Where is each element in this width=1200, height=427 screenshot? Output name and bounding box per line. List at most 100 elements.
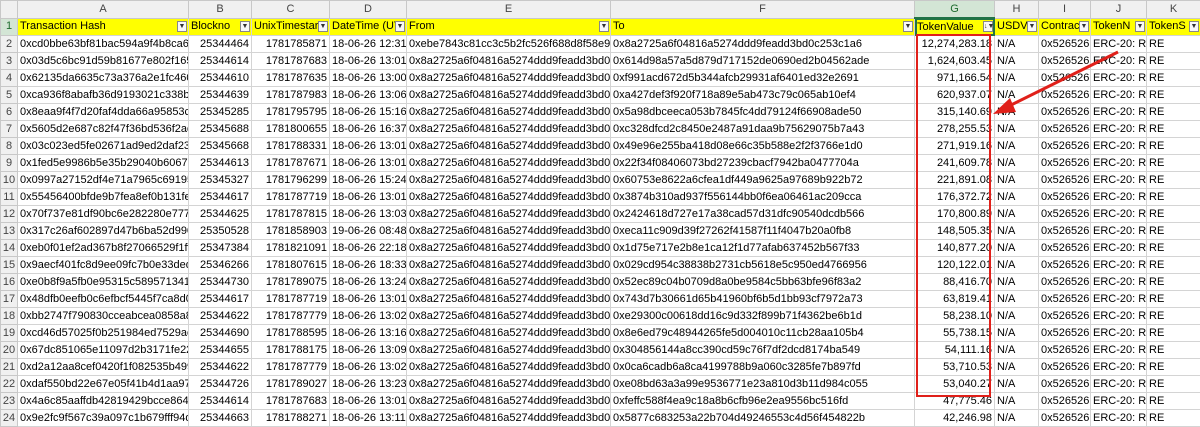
filter-dropdown-icon[interactable]: ▼	[177, 21, 187, 32]
cell-token-symbol[interactable]: RE	[1147, 325, 1200, 342]
select-all-corner[interactable]	[1, 1, 18, 19]
cell-token-value[interactable]: 42,246.98	[915, 410, 995, 427]
cell-blockno[interactable]: 25344614	[189, 53, 252, 70]
row-number[interactable]: 8	[1, 138, 18, 155]
cell-token-symbol[interactable]: RE	[1147, 410, 1200, 427]
cell-token-name[interactable]: ERC-20: Re	[1091, 121, 1147, 138]
cell-usd-value[interactable]: N/A	[995, 206, 1039, 223]
cell-datetime[interactable]: 18-06-26 13:01	[330, 53, 407, 70]
cell-token-symbol[interactable]: RE	[1147, 376, 1200, 393]
cell-token-name[interactable]: ERC-20: Re	[1091, 308, 1147, 325]
column-header-h[interactable]: H	[995, 1, 1039, 19]
cell-transaction-hash[interactable]: 0x317c26af602897d47b6ba52d990a	[18, 223, 189, 240]
cell-contract[interactable]: 0x526526	[1039, 70, 1091, 87]
cell-transaction-hash[interactable]: 0xd2a12aa8cef0420f1f082535b499	[18, 359, 189, 376]
cell-blockno[interactable]: 25344639	[189, 87, 252, 104]
cell-from[interactable]: 0x8a2725a6f04816a5274ddd9feadd3bd0c253c1…	[407, 121, 611, 138]
cell-token-symbol[interactable]: RE	[1147, 138, 1200, 155]
cell-token-value[interactable]: 971,166.54	[915, 70, 995, 87]
cell-blockno[interactable]: 25344610	[189, 70, 252, 87]
cell-blockno[interactable]: 25344663	[189, 410, 252, 427]
cell-contract[interactable]: 0x526526	[1039, 240, 1091, 257]
cell-usd-value[interactable]: N/A	[995, 104, 1039, 121]
cell-blockno[interactable]: 25344625	[189, 206, 252, 223]
row-number[interactable]: 14	[1, 240, 18, 257]
cell-datetime[interactable]: 18-06-26 13:11	[330, 410, 407, 427]
cell-datetime[interactable]: 18-06-26 13:09	[330, 342, 407, 359]
cell-unix-timestamp[interactable]: 1781796299	[252, 172, 330, 189]
cell-contract[interactable]: 0x526526	[1039, 393, 1091, 410]
cell-contract[interactable]: 0x526526	[1039, 410, 1091, 427]
cell-blockno[interactable]: 25344614	[189, 393, 252, 410]
row-number[interactable]: 18	[1, 308, 18, 325]
cell-token-value[interactable]: 58,238.10	[915, 308, 995, 325]
cell-transaction-hash[interactable]: 0xcd0bbe63bf81bac594a9f4b8ca62	[18, 36, 189, 53]
cell-token-name[interactable]: ERC-20: Re	[1091, 257, 1147, 274]
cell-token-symbol[interactable]: RE	[1147, 189, 1200, 206]
cell-from[interactable]: 0x8a2725a6f04816a5274ddd9feadd3bd0c253c1…	[407, 155, 611, 172]
cell-token-name[interactable]: ERC-20: Re	[1091, 87, 1147, 104]
cell-token-name[interactable]: ERC-20: Re	[1091, 274, 1147, 291]
cell-from[interactable]: 0x8a2725a6f04816a5274ddd9feadd3bd0c253c1…	[407, 53, 611, 70]
row-number[interactable]: 12	[1, 206, 18, 223]
cell-unix-timestamp[interactable]: 1781787671	[252, 155, 330, 172]
cell-from[interactable]: 0x8a2725a6f04816a5274ddd9feadd3bd0c253c1…	[407, 70, 611, 87]
cell-token-symbol[interactable]: RE	[1147, 223, 1200, 240]
row-number[interactable]: 10	[1, 172, 18, 189]
cell-contract[interactable]: 0x526526	[1039, 206, 1091, 223]
cell-to[interactable]: 0x52ec89c04b0709d8a0be9584c5bb63bfe96f83…	[611, 274, 915, 291]
cell-transaction-hash[interactable]: 0xe0b8f9a5fb0e95315c5895713416	[18, 274, 189, 291]
cell-blockno[interactable]: 25344690	[189, 325, 252, 342]
cell-to[interactable]: 0x5877c683253a22b704d49246553c4d56f45482…	[611, 410, 915, 427]
cell-token-name[interactable]: ERC-20: Re	[1091, 359, 1147, 376]
cell-token-symbol[interactable]: RE	[1147, 104, 1200, 121]
cell-unix-timestamp[interactable]: 1781789075	[252, 274, 330, 291]
filter-dropdown-icon[interactable]: ▼	[240, 21, 250, 32]
cell-usd-value[interactable]: N/A	[995, 410, 1039, 427]
cell-contract[interactable]: 0x526526	[1039, 138, 1091, 155]
cell-contract[interactable]: 0x526526	[1039, 104, 1091, 121]
cell-to[interactable]: 0x3874b310ad937f556144bb0f6ea06461ac209c…	[611, 189, 915, 206]
row-number[interactable]: 15	[1, 257, 18, 274]
cell-transaction-hash[interactable]: 0x1fed5e9986b5e35b29040b60670	[18, 155, 189, 172]
cell-token-symbol[interactable]: RE	[1147, 274, 1200, 291]
cell-contract[interactable]: 0x526526	[1039, 87, 1091, 104]
cell-datetime[interactable]: 18-06-26 15:16	[330, 104, 407, 121]
cell-transaction-hash[interactable]: 0xca936f8abafb36d9193021c338b1	[18, 87, 189, 104]
cell-from[interactable]: 0x8a2725a6f04816a5274ddd9feadd3bd0c253c1…	[407, 189, 611, 206]
row-number[interactable]: 20	[1, 342, 18, 359]
filter-dropdown-icon[interactable]: ▼	[599, 21, 609, 32]
cell-token-value[interactable]: 176,372.72	[915, 189, 995, 206]
cell-token-value[interactable]: 271,919.16	[915, 138, 995, 155]
cell-blockno[interactable]: 25344730	[189, 274, 252, 291]
cell-transaction-hash[interactable]: 0x03d5c6bc91d59b81677e802f1656	[18, 53, 189, 70]
cell-token-symbol[interactable]: RE	[1147, 359, 1200, 376]
row-number[interactable]: 21	[1, 359, 18, 376]
cell-from[interactable]: 0x8a2725a6f04816a5274ddd9feadd3bd0c253c1…	[407, 257, 611, 274]
cell-contract[interactable]: 0x526526	[1039, 376, 1091, 393]
cell-unix-timestamp[interactable]: 1781800655	[252, 121, 330, 138]
column-header-b[interactable]: B	[189, 1, 252, 19]
cell-token-name[interactable]: ERC-20: Re	[1091, 342, 1147, 359]
cell-to[interactable]: 0xe08bd63a3a99e9536771e23a810d3b11d984c0…	[611, 376, 915, 393]
cell-transaction-hash[interactable]: 0x5605d2e687c82f47f36bd536f2ad	[18, 121, 189, 138]
cell-to[interactable]: 0x2424618d727e17a38cad57d31dfc90540dcdb5…	[611, 206, 915, 223]
column-header-i[interactable]: I	[1039, 1, 1091, 19]
column-header-e[interactable]: E	[407, 1, 611, 19]
cell-transaction-hash[interactable]: 0x67dc851065e11097d2b3171fe22l	[18, 342, 189, 359]
cell-contract[interactable]: 0x526526	[1039, 172, 1091, 189]
cell-usd-value[interactable]: N/A	[995, 393, 1039, 410]
cell-transaction-hash[interactable]: 0x9aecf401fc8d9ee09fc7b0e33ded	[18, 257, 189, 274]
cell-to[interactable]: 0xf991acd672d5b344afcb29931af6401ed32e26…	[611, 70, 915, 87]
cell-blockno[interactable]: 25345327	[189, 172, 252, 189]
filter-dropdown-icon[interactable]: ▼	[318, 21, 328, 32]
cell-unix-timestamp[interactable]: 1781795795	[252, 104, 330, 121]
cell-transaction-hash[interactable]: 0xcd46d57025f0b251984ed7529aed	[18, 325, 189, 342]
cell-usd-value[interactable]: N/A	[995, 155, 1039, 172]
cell-token-symbol[interactable]: RE	[1147, 206, 1200, 223]
column-header-f[interactable]: F	[611, 1, 915, 19]
cell-datetime[interactable]: 19-06-26 08:48	[330, 223, 407, 240]
cell-transaction-hash[interactable]: 0xbb2747f790830cceabcea0858a83	[18, 308, 189, 325]
row-number[interactable]: 22	[1, 376, 18, 393]
cell-blockno[interactable]: 25344726	[189, 376, 252, 393]
